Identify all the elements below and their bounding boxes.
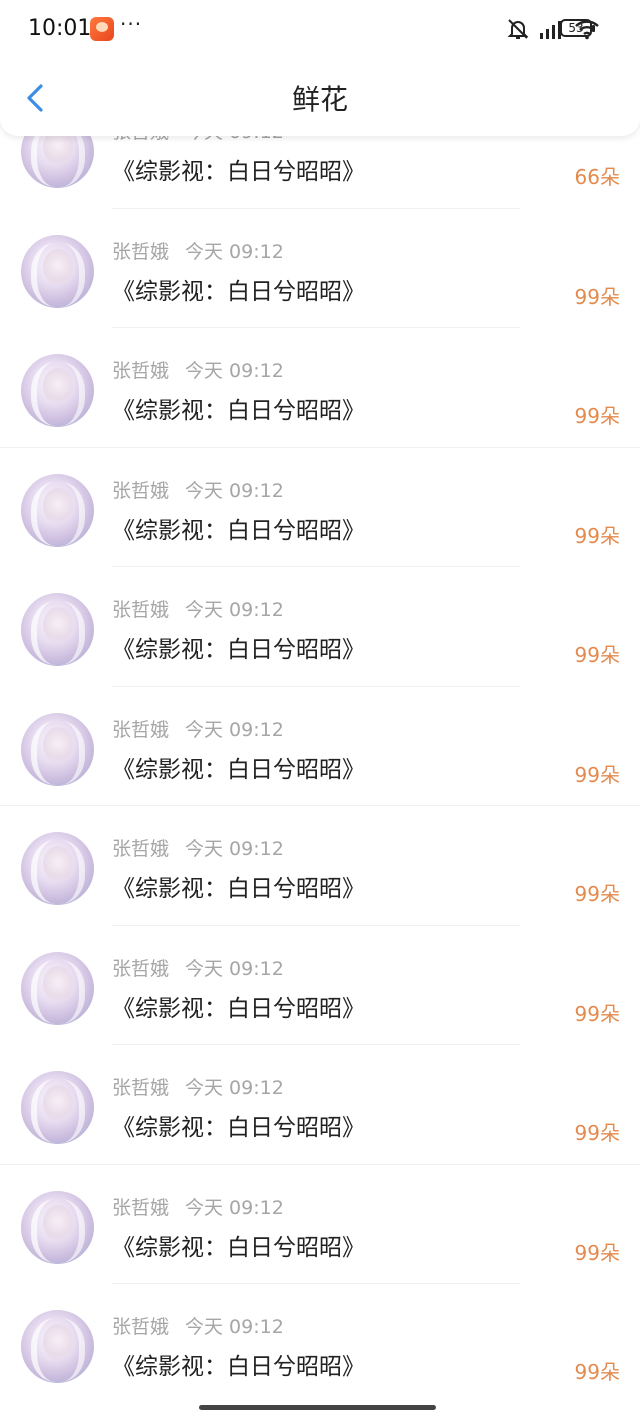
- flower-count: 99朵: [574, 643, 620, 667]
- user-name: 张哲娥: [112, 360, 170, 382]
- page-title: 鲜花: [291, 83, 348, 116]
- avatar[interactable]: [21, 832, 94, 905]
- flower-count: 99朵: [574, 1360, 620, 1384]
- user-name: 张哲娥: [112, 1316, 170, 1338]
- avatar[interactable]: [21, 1310, 94, 1383]
- flower-count: 99朵: [574, 1001, 620, 1026]
- book-title: 《综影视：白日兮昭昭》: [112, 517, 365, 544]
- timestamp: 今天 09:12: [185, 360, 284, 382]
- book-title: 《综影视：白日兮昭昭》: [112, 995, 365, 1022]
- list-item[interactable]: 张哲娥 今天 09:12 《综影视：白日兮昭昭》 99朵: [0, 1165, 640, 1284]
- avatar[interactable]: [21, 354, 94, 427]
- book-title: 《综影视：白日兮昭昭》: [112, 1115, 365, 1141]
- status-time: 10:01: [28, 16, 92, 41]
- timestamp: 今天 09:12: [185, 599, 284, 621]
- book-title: 《综影视：白日兮昭昭》: [112, 398, 365, 424]
- timestamp: 今天 09:12: [185, 718, 284, 741]
- more-notifications-icon: ···: [120, 12, 143, 36]
- app-notification-icon: [90, 17, 114, 41]
- timestamp: 今天 09:12: [185, 838, 284, 860]
- user-name: 张哲娥: [112, 479, 170, 502]
- battery-icon: 53: [560, 19, 595, 37]
- avatar[interactable]: [21, 1190, 94, 1264]
- timestamp: 今天 09:12: [185, 957, 284, 980]
- timestamp: 今天 09:12: [185, 240, 284, 263]
- user-name: 张哲娥: [112, 599, 170, 621]
- list-item[interactable]: 张哲娥 今天 09:12 《综影视：白日兮昭昭》 99朵: [0, 1045, 640, 1165]
- flower-count: 99朵: [574, 1121, 620, 1145]
- user-name: 张哲娥: [112, 1077, 170, 1099]
- user-name: 张哲娥: [112, 838, 170, 860]
- user-name: 张哲娥: [112, 1196, 170, 1219]
- list-item[interactable]: 张哲娥 今天 09:12 《综影视：白日兮昭昭》 99朵: [0, 926, 640, 1045]
- timestamp: 今天 09:12: [185, 1077, 284, 1099]
- list-item[interactable]: 张哲娥 今天 09:12 《综影视：白日兮昭昭》 99朵: [0, 209, 640, 328]
- list-item[interactable]: 张哲娥 今天 09:12 《综影视：白日兮昭昭》 99朵: [0, 328, 640, 448]
- list-item[interactable]: 张哲娥 今天 09:12 《综影视：白日兮昭昭》 99朵: [0, 806, 640, 926]
- avatar[interactable]: [21, 473, 94, 547]
- home-indicator[interactable]: [199, 1405, 436, 1410]
- flower-count: 99朵: [574, 762, 620, 787]
- status-bar: 10:01 ··· 53: [0, 0, 640, 58]
- avatar[interactable]: [21, 234, 94, 308]
- flower-record-list[interactable]: 张哲娥今天 09:12 《综影视：白日兮昭昭》 66朵 张哲娥今天 09:12 …: [0, 89, 640, 1404]
- mute-bell-icon: [507, 19, 529, 39]
- avatar[interactable]: [21, 1071, 94, 1144]
- timestamp: 今天 09:12: [185, 479, 284, 502]
- book-title: 《综影视：白日兮昭昭》: [112, 637, 365, 663]
- book-title: 《综影视：白日兮昭昭》: [112, 159, 365, 185]
- list-item[interactable]: 张哲娥 今天 09:12 《综影视：白日兮昭昭》 99朵: [0, 687, 640, 806]
- timestamp: 今天 09:12: [185, 1196, 284, 1219]
- flower-count: 99朵: [574, 284, 620, 309]
- list-item[interactable]: 张哲娥 今天 09:12 《综影视：白日兮昭昭》 99朵: [0, 1284, 640, 1404]
- flower-count: 99朵: [574, 404, 620, 428]
- avatar[interactable]: [21, 951, 94, 1025]
- book-title: 《综影视：白日兮昭昭》: [112, 1354, 365, 1380]
- timestamp: 今天 09:12: [185, 1316, 284, 1338]
- avatar[interactable]: [21, 593, 94, 666]
- book-title: 《综影视：白日兮昭昭》: [112, 876, 365, 902]
- list-item[interactable]: 张哲娥 今天 09:12 《综影视：白日兮昭昭》 99朵: [0, 567, 640, 687]
- flower-count: 99朵: [574, 882, 620, 906]
- book-title: 《综影视：白日兮昭昭》: [112, 756, 365, 783]
- book-title: 《综影视：白日兮昭昭》: [112, 278, 365, 305]
- flower-count: 66朵: [574, 165, 620, 189]
- avatar[interactable]: [21, 712, 94, 786]
- user-name: 张哲娥: [112, 957, 170, 980]
- header: 鲜花: [0, 58, 640, 136]
- user-name: 张哲娥: [112, 240, 170, 263]
- list-item[interactable]: 张哲娥 今天 09:12 《综影视：白日兮昭昭》 99朵: [0, 448, 640, 567]
- flower-count: 99朵: [574, 523, 620, 548]
- flower-count: 99朵: [574, 1240, 620, 1265]
- book-title: 《综影视：白日兮昭昭》: [112, 1234, 365, 1261]
- user-name: 张哲娥: [112, 718, 170, 741]
